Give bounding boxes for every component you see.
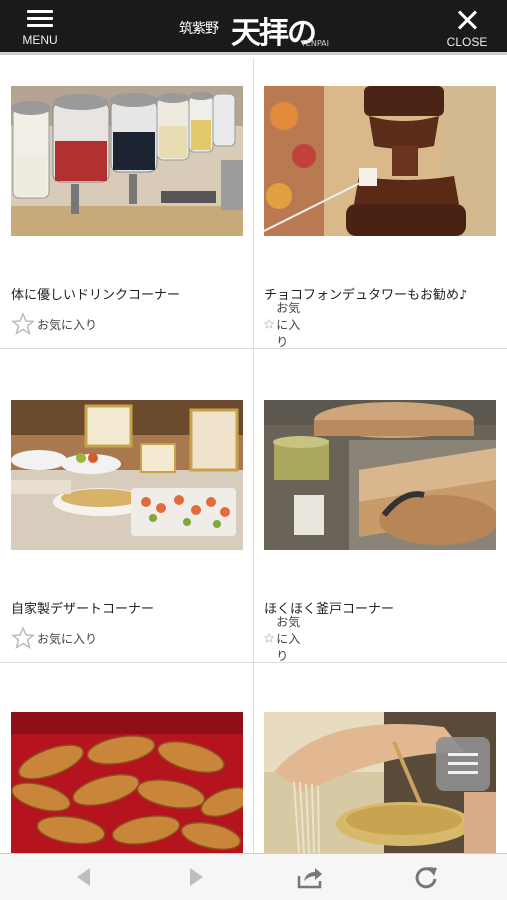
star-icon — [264, 632, 275, 643]
menu-button[interactable]: MENU — [14, 9, 66, 49]
star-icon — [11, 626, 35, 650]
column-divider — [253, 58, 254, 858]
favorite-button[interactable]: お気に入り — [264, 615, 302, 663]
forward-arrow-icon[interactable] — [182, 864, 210, 890]
photo-chocolate-fountain[interactable] — [264, 86, 496, 236]
photo-rice-cooker-kamado[interactable] — [264, 400, 496, 550]
back-arrow-icon[interactable] — [70, 864, 98, 890]
photo-croissants[interactable] — [11, 712, 243, 853]
logo-tag: TENPAI — [300, 39, 329, 48]
logo-subtitle: 筑紫野 — [179, 21, 219, 37]
favorite-button[interactable]: お気に入り — [264, 301, 302, 349]
row-divider — [0, 348, 507, 349]
photo-dessert-buffet[interactable] — [11, 400, 243, 550]
menu-label: MENU — [22, 33, 58, 47]
star-icon — [11, 312, 35, 336]
browser-toolbar — [0, 853, 507, 900]
favorite-label: お気に入り — [37, 317, 98, 332]
star-icon — [264, 318, 275, 329]
row-divider — [0, 662, 507, 663]
favorite-label: お気に入り — [276, 300, 301, 349]
card-title[interactable]: 体に優しいドリンクコーナー — [11, 284, 180, 303]
floating-menu-button[interactable] — [436, 737, 490, 791]
favorite-label: お気に入り — [276, 614, 301, 663]
favorite-button[interactable]: お気に入り — [11, 626, 97, 650]
photo-drink-dispensers[interactable] — [11, 86, 243, 236]
logo-title: 天拝の郷 — [231, 16, 317, 95]
top-nav-bar: MENU 筑紫野 天拝の郷 TENPAI CLOSE — [0, 0, 507, 95]
favorite-button[interactable]: お気に入り — [11, 312, 97, 336]
reload-icon[interactable] — [412, 864, 440, 890]
close-button[interactable]: CLOSE — [441, 9, 493, 49]
favorite-label: お気に入り — [37, 631, 98, 646]
close-label: CLOSE — [446, 35, 488, 49]
close-icon — [456, 9, 478, 31]
hamburger-icon — [27, 9, 53, 29]
card-title[interactable]: 自家製デザートコーナー — [11, 598, 154, 617]
share-icon[interactable] — [296, 864, 324, 890]
site-logo[interactable]: 筑紫野 天拝の郷 TENPAI — [175, 6, 335, 95]
